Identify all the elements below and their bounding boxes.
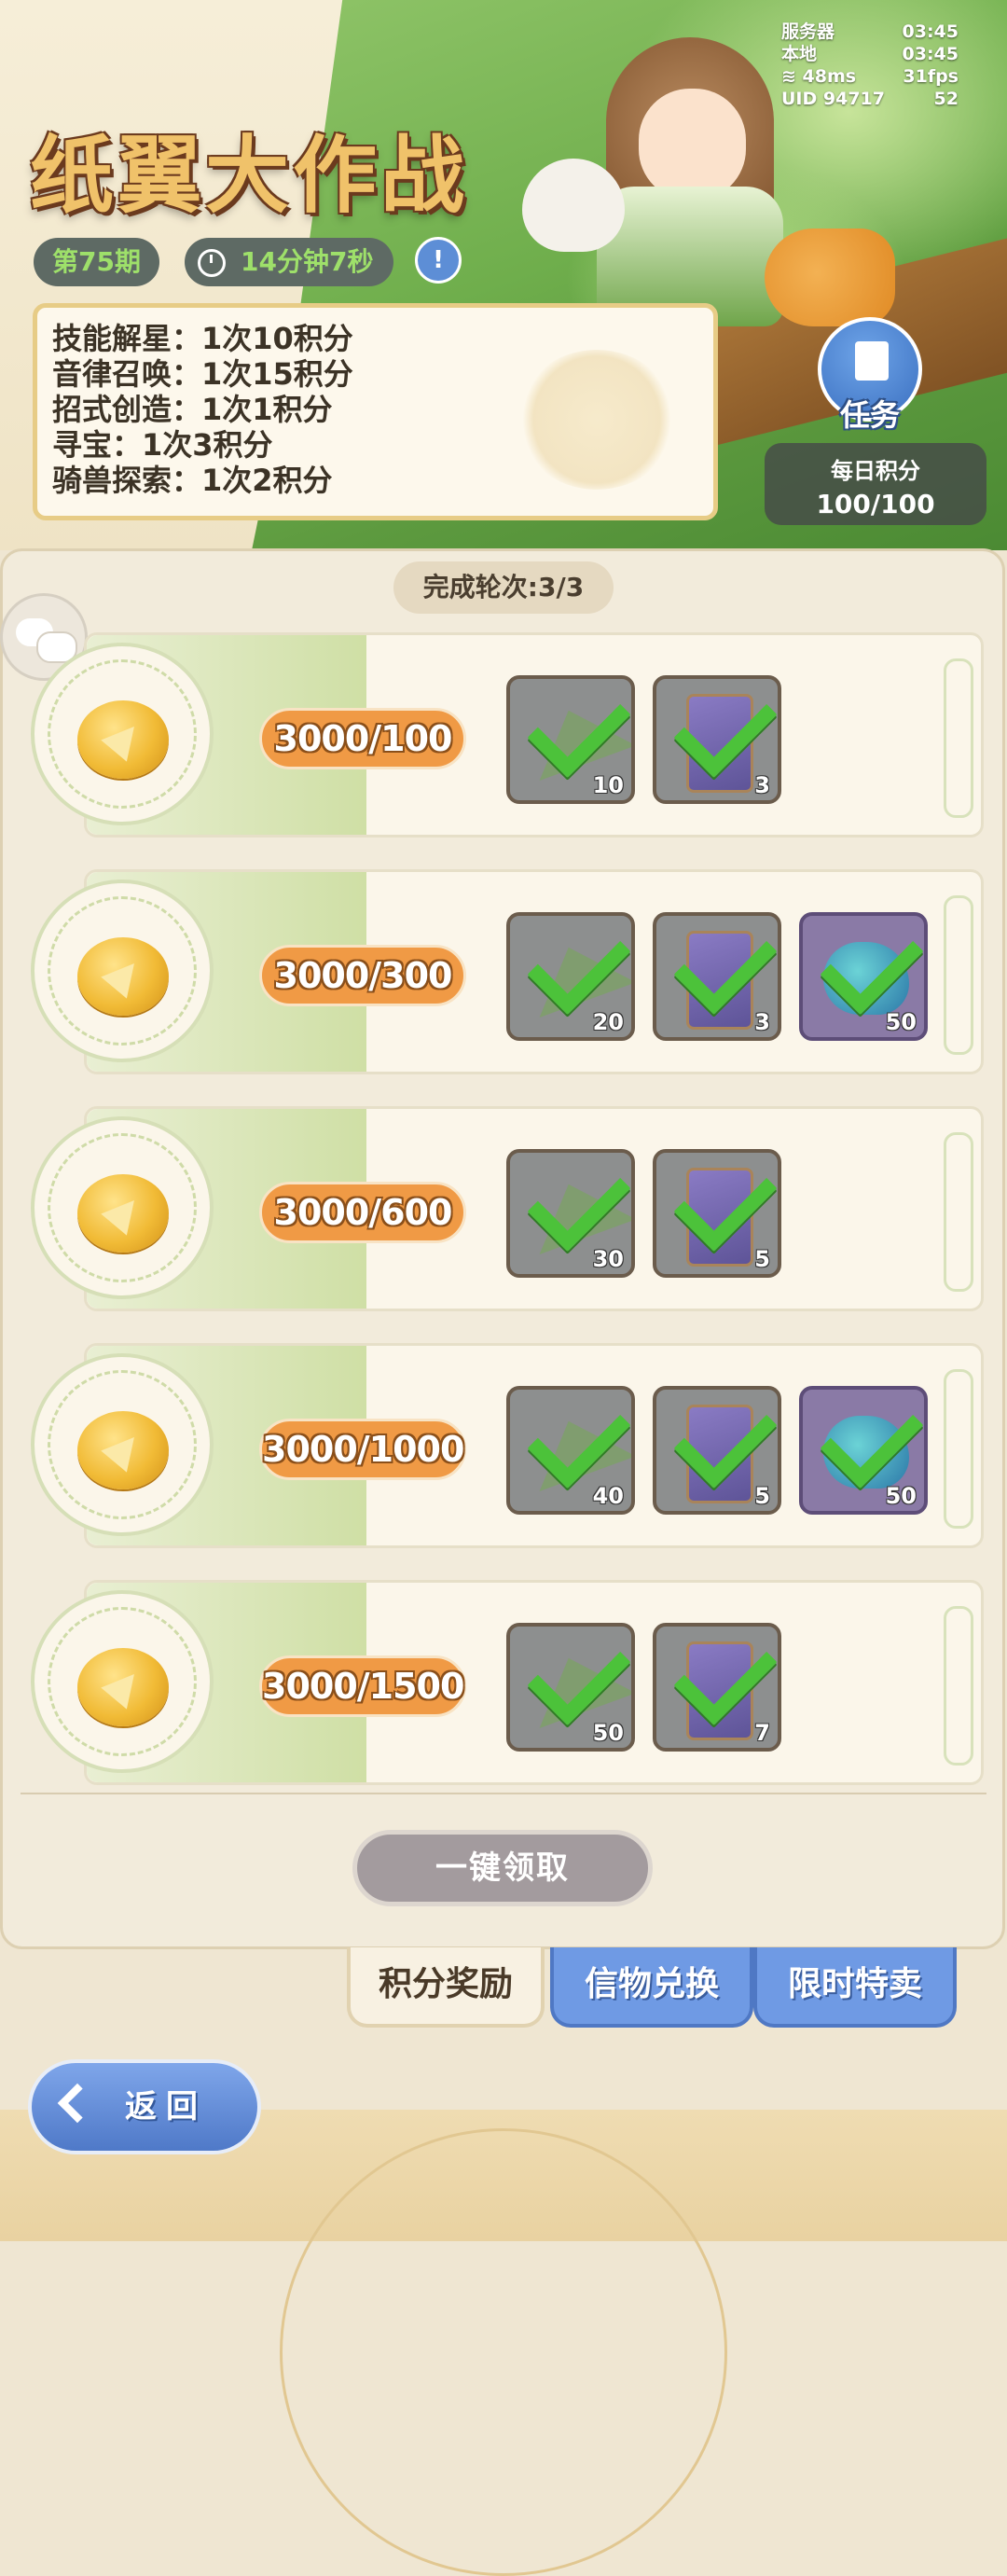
wifi-icon: ≋ bbox=[781, 66, 803, 87]
score-requirement: 3000/600 bbox=[259, 1182, 466, 1243]
event-banner: 纸翼大作战 第75期 14分钟7秒 ! 技能解星：1次10积分 音律召唤：1次1… bbox=[0, 0, 1007, 550]
coin-watermark-icon bbox=[517, 350, 676, 490]
claim-all-button[interactable]: 一键领取 bbox=[352, 1830, 653, 1906]
coin-badge bbox=[31, 1590, 214, 1773]
event-title: 纸翼大作战 bbox=[30, 127, 468, 225]
local-label: 本地 bbox=[781, 44, 818, 64]
back-button[interactable]: 返回 bbox=[28, 2059, 261, 2154]
paper-plane-coin-icon bbox=[77, 1174, 169, 1253]
reward-item-card[interactable]: 3 bbox=[653, 912, 781, 1041]
period-badge: 第75期 bbox=[34, 238, 159, 286]
reward-item-card[interactable]: 3 bbox=[653, 675, 781, 804]
rounds-completed: 完成轮次:3/3 bbox=[393, 561, 614, 614]
paper-plane-coin-icon bbox=[77, 1648, 169, 1726]
coin-badge bbox=[31, 1116, 214, 1299]
row-ornament bbox=[944, 658, 973, 818]
ping-readout: ≋ 48ms bbox=[781, 66, 857, 87]
paper-plane-coin-icon bbox=[77, 937, 169, 1016]
reward-item-paper-plane[interactable]: 20 bbox=[506, 912, 635, 1041]
back-arrow-icon bbox=[57, 2083, 98, 2124]
reward-item-slime[interactable]: 50 bbox=[799, 1386, 928, 1515]
item-quantity: 40 bbox=[592, 1483, 624, 1509]
coin-badge bbox=[31, 1353, 214, 1536]
clock-icon bbox=[198, 249, 226, 277]
cat-pet-illustration bbox=[522, 159, 625, 252]
daily-points-value: 100/100 bbox=[816, 489, 935, 519]
score-requirement: 3000/1000 bbox=[259, 1419, 466, 1480]
reward-item-card[interactable]: 5 bbox=[653, 1386, 781, 1515]
item-quantity: 3 bbox=[754, 1009, 770, 1035]
reward-item-paper-plane[interactable]: 50 bbox=[506, 1623, 635, 1752]
task-label[interactable]: 任务 bbox=[818, 392, 922, 435]
row-ornament bbox=[944, 895, 973, 1055]
reward-item-slime[interactable]: 50 bbox=[799, 912, 928, 1041]
item-quantity: 5 bbox=[754, 1483, 770, 1509]
item-quantity: 10 bbox=[592, 772, 624, 798]
row-ornament bbox=[944, 1132, 973, 1292]
daily-points-label: 每日积分 bbox=[831, 458, 920, 484]
reward-row: 3000/300 20 3 50 bbox=[31, 869, 984, 1074]
server-label: 服务器 bbox=[781, 21, 835, 42]
item-quantity: 50 bbox=[592, 1720, 624, 1746]
paper-plane-coin-icon bbox=[77, 1411, 169, 1489]
status-overlay: 服务器 03:45 本地 03:45 ≋ 48ms 31fps UID 94717 52 bbox=[781, 21, 959, 110]
fish-pet-illustration bbox=[765, 229, 895, 326]
reward-item-card[interactable]: 5 bbox=[653, 1149, 781, 1278]
item-quantity: 5 bbox=[754, 1246, 770, 1272]
reward-item-paper-plane[interactable]: 30 bbox=[506, 1149, 635, 1278]
server-time: 03:45 bbox=[902, 21, 959, 42]
character-face bbox=[639, 89, 746, 201]
score-requirement: 3000/100 bbox=[259, 708, 466, 769]
reward-row: 3000/1000 40 5 50 bbox=[31, 1343, 984, 1548]
battery-icon: 52 bbox=[933, 89, 959, 109]
countdown-timer: 14分钟7秒 bbox=[185, 238, 394, 286]
book-icon bbox=[855, 341, 889, 381]
item-quantity: 7 bbox=[754, 1720, 770, 1746]
item-quantity: 30 bbox=[592, 1246, 624, 1272]
coin-badge bbox=[31, 643, 214, 825]
info-button[interactable]: ! bbox=[415, 237, 462, 284]
tab-limited-sale[interactable]: 限时特卖 bbox=[753, 1947, 957, 2028]
daily-points: 每日积分 100/100 bbox=[765, 443, 986, 525]
row-ornament bbox=[944, 1369, 973, 1529]
reward-item-paper-plane[interactable]: 40 bbox=[506, 1386, 635, 1515]
item-quantity: 50 bbox=[885, 1483, 917, 1509]
reward-row: 3000/100 10 3 bbox=[31, 632, 984, 838]
reward-row: 3000/1500 50 7 bbox=[31, 1580, 984, 1785]
tab-token-exchange[interactable]: 信物兑换 bbox=[550, 1947, 753, 2028]
item-quantity: 50 bbox=[885, 1009, 917, 1035]
fps-readout: 31fps bbox=[903, 66, 959, 87]
reward-item-paper-plane[interactable]: 10 bbox=[506, 675, 635, 804]
score-requirement: 3000/1500 bbox=[259, 1655, 466, 1717]
coin-badge bbox=[31, 879, 214, 1062]
uid-readout: UID 94717 bbox=[781, 89, 885, 109]
row-ornament bbox=[944, 1606, 973, 1766]
rules-panel: 技能解星：1次10积分 音律召唤：1次15积分 招式创造：1次1积分 寻宝：1次… bbox=[33, 303, 718, 520]
back-label: 返回 bbox=[125, 2088, 207, 2126]
countdown-text: 14分钟7秒 bbox=[241, 246, 374, 277]
paper-plane-coin-icon bbox=[77, 700, 169, 779]
reward-row: 3000/600 30 5 bbox=[31, 1106, 984, 1311]
score-requirement: 3000/300 bbox=[259, 945, 466, 1006]
reward-item-card[interactable]: 7 bbox=[653, 1623, 781, 1752]
local-time: 03:45 bbox=[902, 44, 959, 64]
item-quantity: 3 bbox=[754, 772, 770, 798]
divider bbox=[21, 1793, 986, 1794]
item-quantity: 20 bbox=[592, 1009, 624, 1035]
tab-points-rewards[interactable]: 积分奖励 bbox=[347, 1947, 545, 2028]
